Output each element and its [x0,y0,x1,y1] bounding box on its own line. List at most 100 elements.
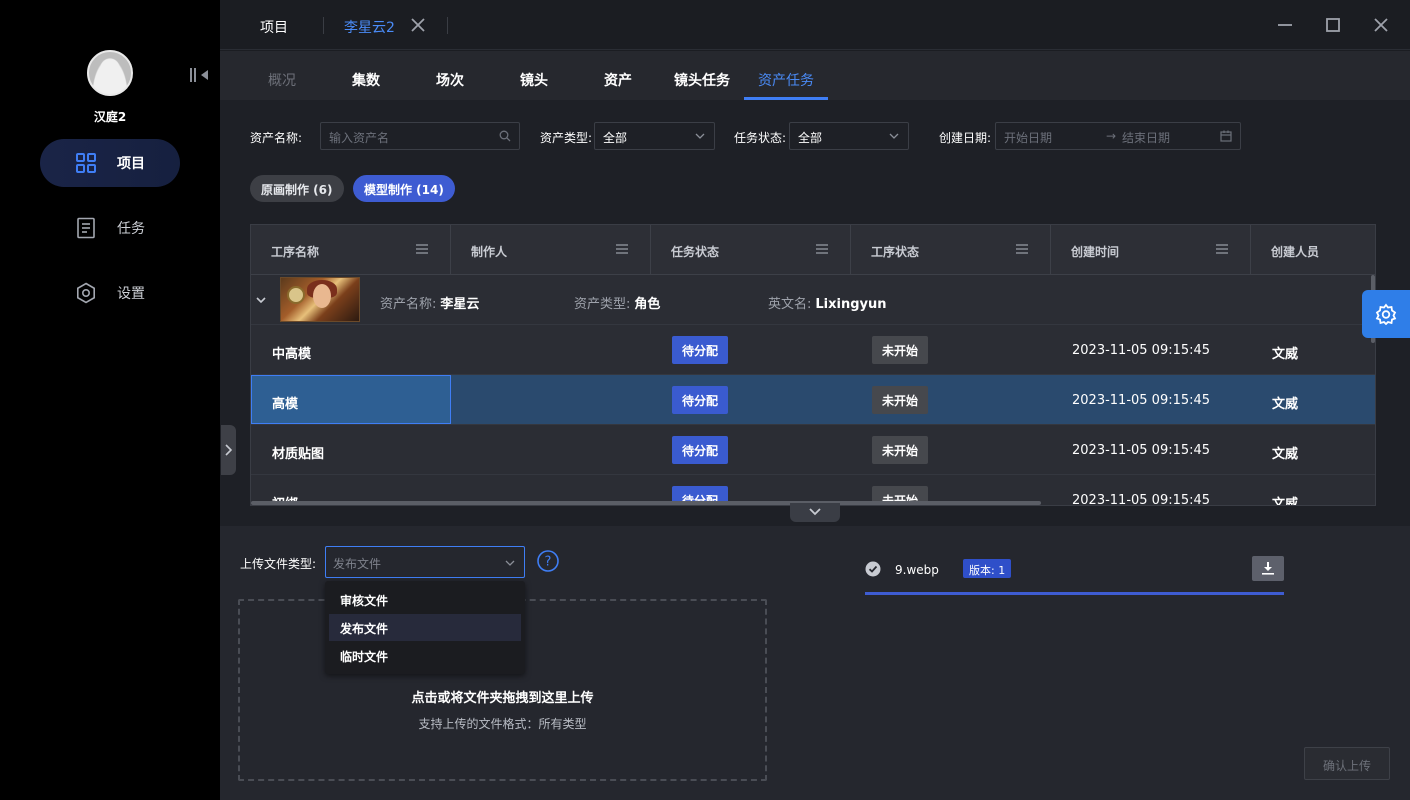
column-menu-icon[interactable] [416,244,428,254]
username: 汉庭2 [93,110,127,124]
chevron-right-icon [225,444,233,456]
tab-divider [323,17,324,34]
group-asset-type: 资产类型: 角色 [574,297,661,312]
process-status-badge: 未开始 [872,436,929,464]
task-status-badge: 待分配 [672,436,729,464]
upload-type-select[interactable]: 发布文件 [325,546,525,578]
version-badge: 版本: 1 [963,559,1012,578]
pill-concept-art[interactable]: 原画制作 (6) [250,175,344,202]
asset-name-label: 资产名称: [250,131,303,145]
column-menu-icon[interactable] [816,244,828,254]
chevron-down-icon [505,560,515,566]
asset-group-row[interactable]: 资产名称: 李星云 资产类型: 角色 英文名: Lixingyun [251,275,1375,325]
option-review-file[interactable]: 审核文件 [329,586,521,613]
uploaded-file-row: 9.webp 版本: 1 [865,556,1285,596]
side-panel-handle[interactable] [221,425,236,475]
task-status-select[interactable]: 全部 [789,122,909,150]
table-row-selected[interactable]: 高模 待分配 未开始 2023-11-05 09:15:45 文威 [251,375,1375,425]
col-process-name[interactable]: 工序名称 [251,225,451,275]
collapse-sidebar-icon[interactable] [190,66,212,84]
tab-project[interactable]: 项目 [260,17,288,37]
maximize-icon[interactable] [1325,17,1341,33]
col-label: 制作人 [471,245,508,259]
cell-created-time: 2023-11-05 09:15:45 [1072,443,1211,458]
created-date-label: 创建日期: [939,131,992,145]
horizontal-scrollbar[interactable] [251,501,1041,505]
option-temp-file[interactable]: 临时文件 [329,642,521,669]
end-date-input[interactable]: 结束日期 [1122,129,1170,146]
expand-panel-handle[interactable] [790,503,840,522]
title-bar: 项目 李星云2 [220,0,1410,50]
table-row[interactable]: 中高模 待分配 未开始 2023-11-05 09:15:45 文威 [251,325,1375,375]
download-icon [1262,562,1274,575]
tab-asset-tasks[interactable]: 资产任务 [758,70,814,90]
cell-process-name: 中高模 [272,347,312,362]
cell-process-name: 高模 [272,397,299,412]
col-task-status[interactable]: 任务状态 [651,225,851,275]
upload-type-dropdown: 审核文件 发布文件 临时文件 [325,581,525,674]
close-window-icon[interactable] [1373,17,1389,33]
col-label: 任务状态 [671,245,720,259]
dropzone-subtitle: 支持上传的文件格式：所有类型 [418,717,587,731]
task-status-badge: 待分配 [672,336,729,364]
upload-progress-fill [865,592,1284,595]
chevron-down-icon[interactable] [255,294,267,306]
chevron-down-icon [695,133,705,139]
column-menu-icon[interactable] [616,244,628,254]
sidebar-item-project[interactable]: 项目 [40,139,180,187]
document-icon [75,217,97,239]
grid-icon [75,152,97,174]
tab-overview[interactable]: 概况 [268,70,296,90]
tab-scenes[interactable]: 场次 [436,70,464,90]
cell-creator: 文威 [1272,397,1299,412]
avatar[interactable] [87,50,133,96]
tab-active-project[interactable]: 李星云2 [344,17,395,37]
col-process-status[interactable]: 工序状态 [851,225,1051,275]
asset-thumbnail[interactable] [280,277,360,322]
asset-type-select[interactable]: 全部 [594,122,715,150]
asset-name-input[interactable]: 输入资产名 [320,122,520,150]
column-menu-icon[interactable] [1016,244,1028,254]
col-label: 创建时间 [1071,245,1120,259]
main-panel: 资产名称: 输入资产名 资产类型: 全部 任务状态: 全部 创建日期: 开始日期… [220,100,1410,526]
process-status-badge: 未开始 [872,386,929,414]
task-status-badge: 待分配 [672,386,729,414]
check-circle-icon [865,561,881,577]
tab-shot-tasks[interactable]: 镜头任务 [674,70,730,90]
help-icon[interactable]: ? [537,550,559,572]
col-label: 工序名称 [271,245,320,259]
start-date-input[interactable]: 开始日期 [1004,131,1052,145]
group-english-name: 英文名: Lixingyun [768,297,887,312]
pill-modeling[interactable]: 模型制作 (14) [353,175,455,202]
table-row[interactable]: 材质贴图 待分配 未开始 2023-11-05 09:15:45 文威 [251,425,1375,475]
col-created-time[interactable]: 创建时间 [1051,225,1251,275]
group-asset-name: 资产名称: 李星云 [380,297,480,312]
sidebar-item-settings[interactable]: 设置 [40,269,180,317]
task-status-value: 全部 [798,131,823,145]
floating-settings-button[interactable] [1362,290,1410,338]
column-menu-icon[interactable] [1216,244,1228,254]
confirm-upload-button[interactable]: 确认上传 [1304,747,1390,780]
sidebar-item-task[interactable]: 任务 [40,204,180,252]
sidebar-item-label: 任务 [117,221,145,237]
tab-episodes[interactable]: 集数 [352,70,380,90]
tab-assets[interactable]: 资产 [604,70,632,90]
sub-tabs: 概况 集数 场次 镜头 资产 镜头任务 资产任务 [220,51,1410,100]
minimize-icon[interactable] [1277,17,1293,33]
cell-process-name: 材质贴图 [272,447,325,462]
dropzone-title: 点击或将文件夹拖拽到这里上传 [411,691,594,706]
option-publish-file[interactable]: 发布文件 [329,614,521,641]
process-status-badge: 未开始 [872,336,929,364]
gear-icon [75,282,97,304]
date-range-picker[interactable]: 开始日期 → 结束日期 [995,122,1241,150]
col-maker[interactable]: 制作人 [451,225,651,275]
tab-shots[interactable]: 镜头 [520,70,548,90]
download-button[interactable] [1252,556,1284,581]
asset-task-table: 工序名称 制作人 任务状态 工序状态 创建时间 创建人员 资产名称: 李星云 资… [250,224,1376,506]
sidebar: 汉庭2 项目 任务 设置 [0,0,220,800]
col-creator[interactable]: 创建人员 [1251,225,1375,275]
close-tab-icon[interactable] [410,17,426,33]
upload-progress-bar [865,592,1284,595]
cell-creator: 文威 [1272,497,1299,506]
tab-divider [447,17,448,34]
